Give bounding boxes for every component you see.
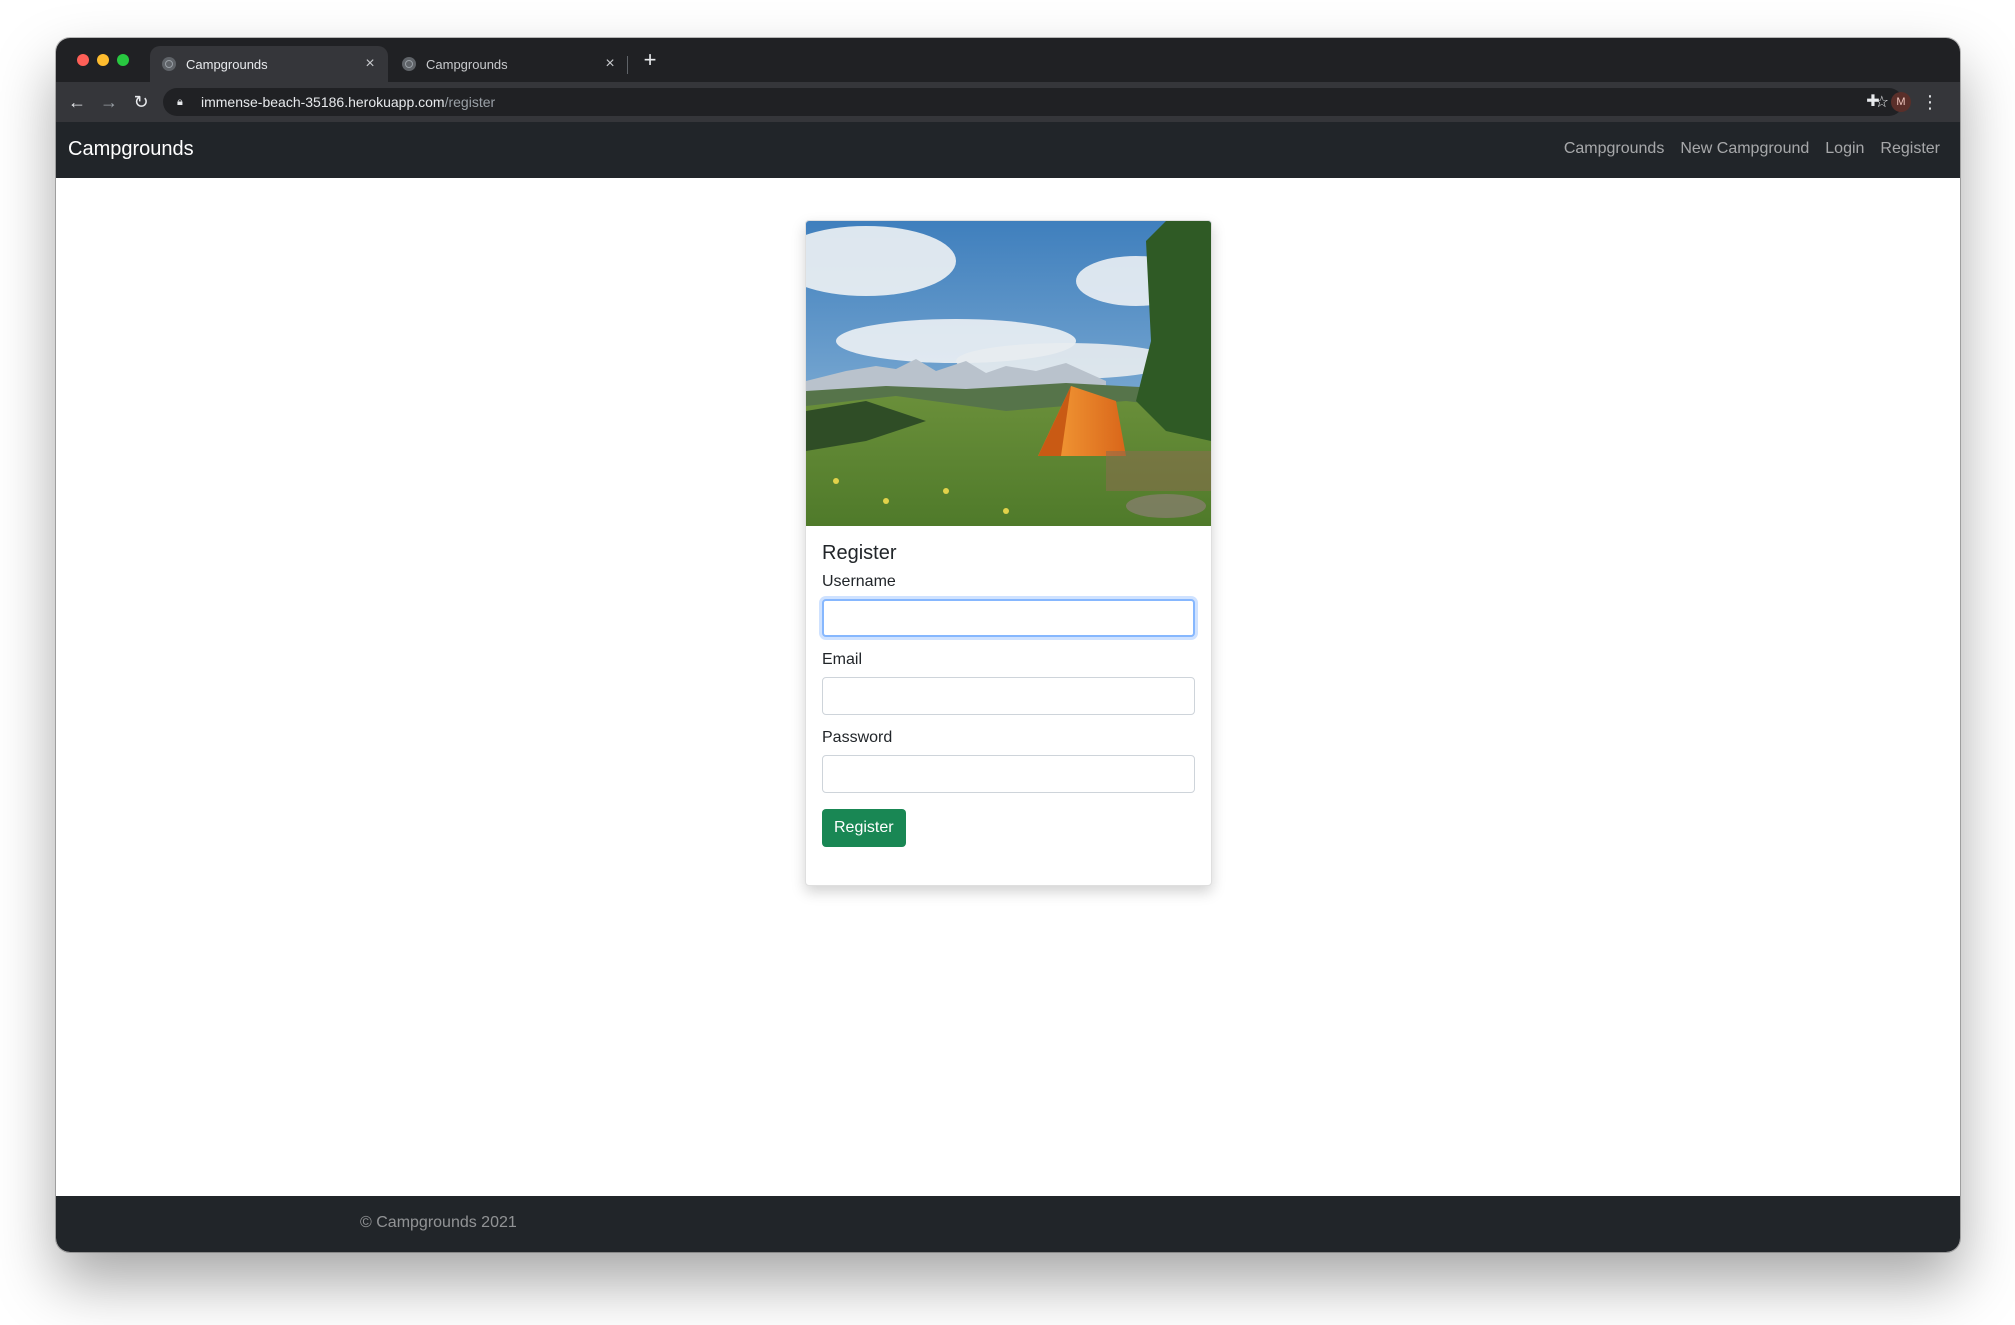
navbar-brand[interactable]: Campgrounds: [68, 138, 194, 161]
email-label: Email: [822, 651, 863, 668]
nav-link-campgrounds[interactable]: Campgrounds: [1564, 140, 1665, 158]
tab-title: Campgrounds: [426, 56, 508, 72]
site-navbar: Campgrounds Campgrounds New Campground L…: [56, 122, 1960, 178]
close-window-button[interactable]: [77, 54, 89, 66]
reload-icon[interactable]: ↻: [129, 90, 153, 114]
card-body: Register Username Email Password Registe…: [822, 526, 1195, 847]
web-page: Campgrounds Campgrounds New Campground L…: [56, 122, 1960, 1252]
nav-link-new-campground[interactable]: New Campground: [1680, 140, 1809, 158]
tab-strip: Campgrounds × Campgrounds × +: [56, 38, 1960, 82]
globe-icon: [402, 57, 416, 71]
tab-separator: [627, 56, 628, 74]
extensions-puzzle-icon[interactable]: ✚: [1861, 90, 1885, 114]
username-group: Username: [822, 573, 1195, 637]
minimize-window-button[interactable]: [97, 54, 109, 66]
register-card: Register Username Email Password Registe…: [805, 220, 1212, 886]
url-path: /register: [444, 94, 496, 110]
tab-title: Campgrounds: [186, 56, 268, 72]
profile-avatar[interactable]: M: [1891, 92, 1911, 112]
browser-tab-inactive[interactable]: Campgrounds ×: [390, 46, 628, 82]
site-footer: © Campgrounds 2021: [56, 1196, 1960, 1252]
password-label: Password: [822, 729, 893, 746]
nav-link-login[interactable]: Login: [1825, 140, 1864, 158]
email-input[interactable]: [822, 677, 1195, 715]
lock-icon[interactable]: 🔒︎: [177, 96, 191, 109]
password-group: Password: [822, 729, 1195, 793]
form-title: Register: [822, 542, 897, 564]
username-input[interactable]: [822, 599, 1195, 637]
address-bar[interactable]: 🔒︎ immense-beach-35186.herokuapp.com/reg…: [163, 88, 1903, 116]
browser-window: Campgrounds × Campgrounds × + ← → ↻ 🔒︎ i…: [56, 38, 1960, 1252]
nav-link-register[interactable]: Register: [1880, 140, 1940, 158]
browser-toolbar: ← → ↻ 🔒︎ immense-beach-35186.herokuapp.c…: [56, 82, 1960, 122]
campsite-photo: [806, 221, 1211, 526]
kebab-menu-icon[interactable]: ⋮: [1920, 90, 1940, 114]
url-host: immense-beach-35186.herokuapp.com: [201, 94, 445, 110]
email-group: Email: [822, 651, 1195, 715]
footer-copyright: © Campgrounds 2021: [360, 1214, 517, 1231]
password-input[interactable]: [822, 755, 1195, 793]
new-tab-button[interactable]: +: [638, 48, 662, 72]
navbar-links: Campgrounds New Campground Login Registe…: [1564, 140, 1940, 158]
close-icon[interactable]: ×: [360, 55, 380, 73]
register-button[interactable]: Register: [822, 809, 906, 847]
zoom-window-button[interactable]: [117, 54, 129, 66]
back-arrow-icon[interactable]: ←: [65, 90, 89, 114]
browser-tab-active[interactable]: Campgrounds ×: [150, 46, 388, 82]
forward-arrow-icon[interactable]: →: [97, 90, 121, 114]
username-label: Username: [822, 573, 896, 590]
close-icon[interactable]: ×: [600, 55, 620, 73]
globe-icon: [162, 57, 176, 71]
